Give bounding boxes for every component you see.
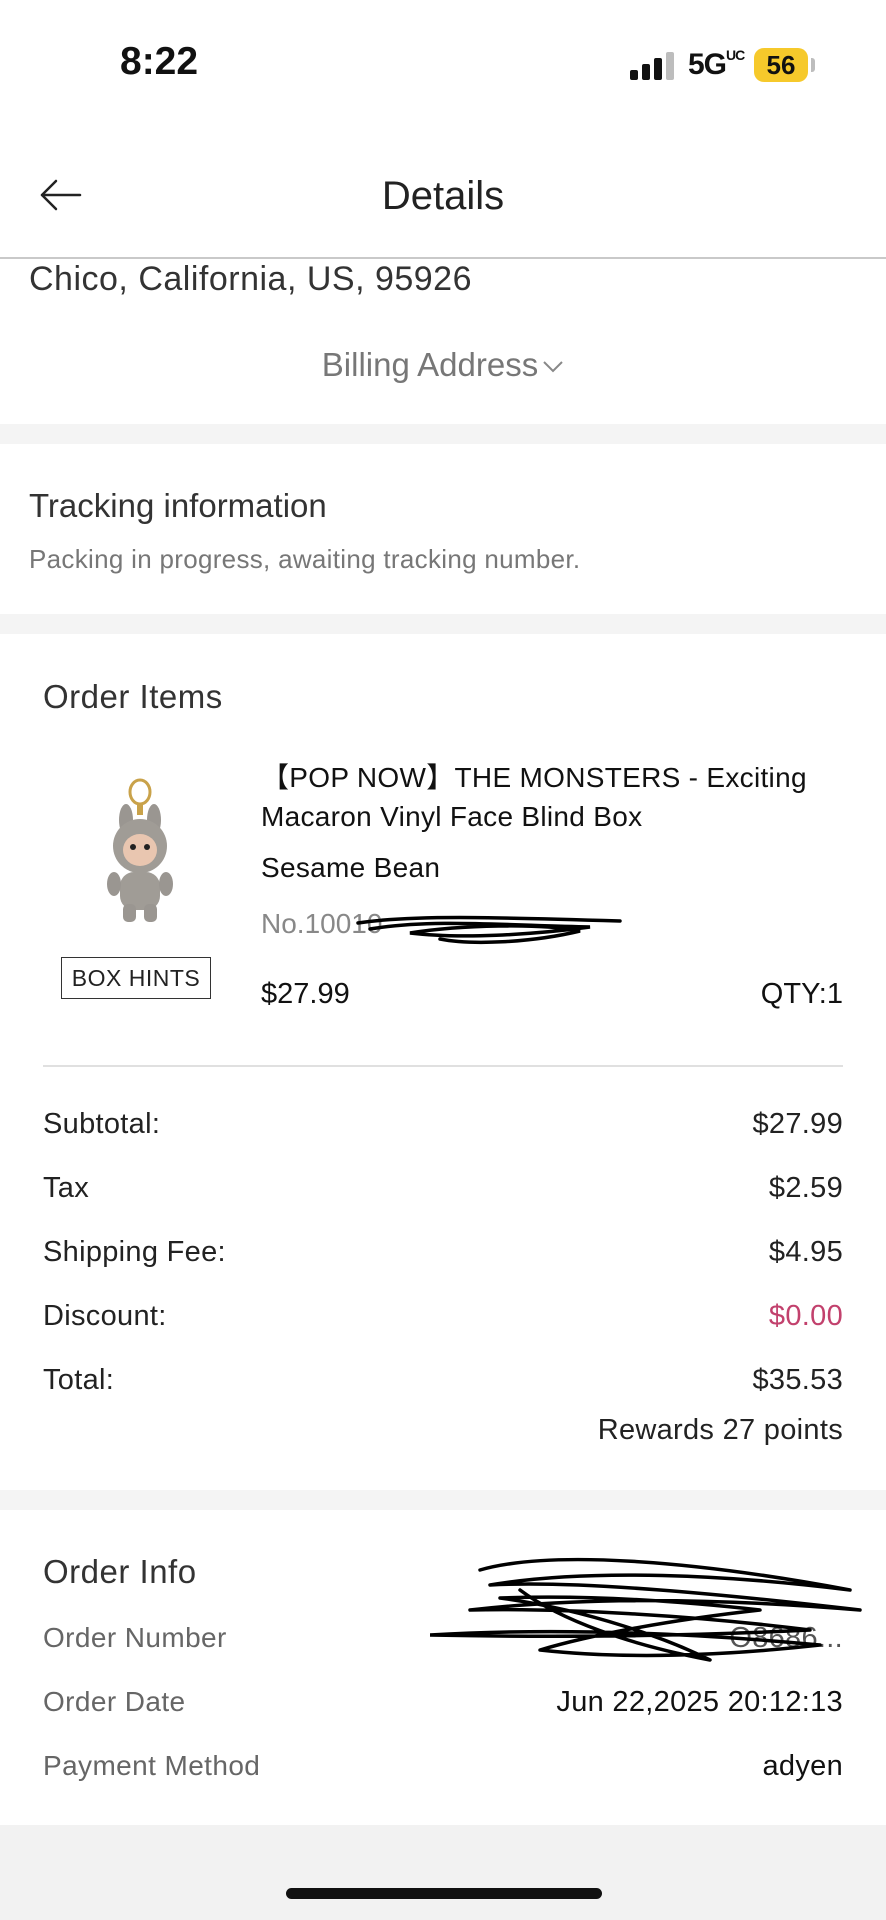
shipping-fee-value: $4.95 (768, 1236, 843, 1268)
order-date-label: Order Date (43, 1686, 186, 1717)
cellular-signal-icon (630, 52, 674, 80)
total-value: $35.53 (752, 1364, 843, 1396)
redaction-scribble (350, 905, 630, 950)
product-name[interactable]: 【POP NOW】THE MONSTERS - Exciting Macaron… (261, 758, 861, 836)
shipping-fee-label: Shipping Fee: (43, 1236, 226, 1268)
section-gap (0, 1490, 886, 1510)
billing-address-toggle[interactable]: Billing Address (0, 346, 886, 384)
header-divider (0, 257, 886, 259)
tax-label: Tax (43, 1172, 90, 1204)
chevron-down-icon (543, 361, 563, 373)
order-date-value: Jun 22,2025 20:12:13 (556, 1686, 843, 1718)
tracking-status: Packing in progress, awaiting tracking n… (29, 544, 581, 574)
redaction-scribble (428, 1550, 870, 1670)
battery-cap (811, 58, 815, 72)
bottom-safe-area (0, 1825, 886, 1920)
page-title: Details (381, 174, 505, 218)
section-gap (0, 614, 886, 634)
product-quantity: QTY:1 (760, 978, 843, 1010)
product-image[interactable] (96, 776, 184, 926)
billing-address-label: Billing Address (321, 346, 539, 383)
rewards-points: Rewards 27 points (597, 1414, 843, 1446)
section-gap (0, 424, 886, 444)
order-number-label: Order Number (43, 1622, 227, 1653)
shipping-address-line: Chico, California, US, 95926 (29, 260, 473, 298)
tax-value: $2.59 (768, 1172, 843, 1204)
payment-method-label: Payment Method (43, 1750, 261, 1781)
order-items-title: Order Items (43, 678, 223, 715)
subtotal-value: $27.99 (752, 1108, 843, 1140)
home-indicator[interactable] (286, 1888, 602, 1899)
product-price: $27.99 (261, 978, 350, 1010)
product-variant: Sesame Bean (261, 852, 441, 883)
total-label: Total: (43, 1364, 115, 1396)
battery-indicator: 56 (754, 48, 808, 82)
status-time: 8:22 (120, 40, 199, 83)
discount-label: Discount: (43, 1300, 167, 1332)
box-hints-button[interactable]: BOX HINTS (61, 957, 211, 999)
network-type: 5GUC (688, 47, 745, 81)
items-divider (43, 1065, 843, 1067)
tracking-title: Tracking information (29, 487, 327, 524)
subtotal-label: Subtotal: (43, 1108, 161, 1140)
discount-value: $0.00 (768, 1300, 843, 1332)
payment-method-value: adyen (762, 1750, 843, 1782)
order-info-title: Order Info (43, 1553, 197, 1590)
